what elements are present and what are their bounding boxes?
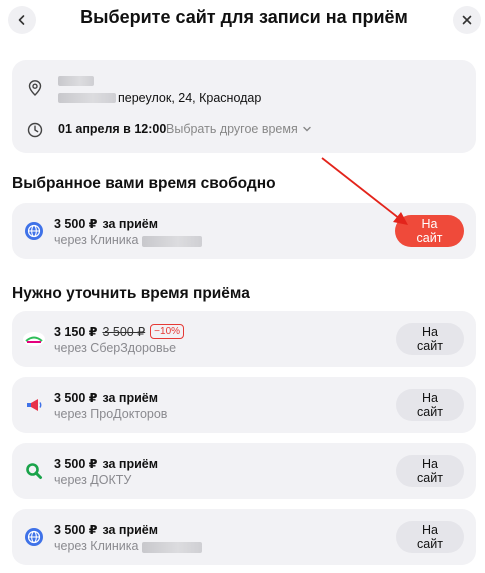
sberzdorovye-logo-icon — [22, 329, 46, 349]
header: Выберите сайт для записи на приём — [0, 0, 485, 40]
clinic-card-free: 3 500 ₽ за приём через Клиника На сайт — [12, 203, 476, 259]
go-to-site-button[interactable]: На сайт — [396, 389, 464, 421]
price: 3 500 ₽ — [54, 391, 98, 405]
section-title-free: Выбранное вами время свободно — [12, 175, 276, 192]
section-title-clarify: Нужно уточнить время приёма — [12, 285, 250, 302]
via-text: через Клиника — [54, 233, 139, 247]
via-text: через ПроДокторов — [54, 407, 168, 421]
globe-icon — [24, 527, 44, 547]
via-text: через СберЗдоровье — [54, 341, 177, 355]
price-unit: за приём — [102, 456, 158, 471]
price-line: 3 500 ₽ за приём — [54, 456, 158, 472]
redacted-text — [142, 236, 202, 247]
price-line: 3 150 ₽ 3 500 ₽ −10% — [54, 324, 185, 339]
back-button[interactable] — [8, 6, 36, 34]
clinic-address: переулок, 24, Краснодар — [118, 91, 262, 105]
old-price: 3 500 ₽ — [102, 325, 146, 339]
price: 3 500 ₽ — [54, 523, 98, 537]
chevron-left-icon — [18, 15, 25, 25]
location-pin-icon — [28, 80, 42, 96]
globe-icon — [24, 221, 44, 241]
price: 3 500 ₽ — [54, 217, 98, 231]
close-icon — [462, 15, 472, 25]
appointment-time: 01 апреля в 12:00 — [58, 122, 167, 136]
go-to-site-button[interactable]: На сайт — [396, 521, 464, 553]
via-text: через ДОКТУ — [54, 473, 132, 487]
magnifier-icon — [24, 461, 44, 481]
price: 3 150 ₽ — [54, 325, 98, 339]
redacted-text — [142, 542, 202, 553]
price-line: 3 500 ₽ за приём — [54, 390, 158, 406]
go-to-site-button[interactable]: На сайт — [396, 455, 464, 487]
redacted-text — [58, 76, 94, 86]
appointment-info-card: переулок, 24, Краснодар 01 апреля в 12:0… — [12, 60, 476, 153]
go-to-site-button[interactable]: На сайт — [395, 215, 464, 247]
megaphone-icon — [24, 395, 44, 415]
change-time-link[interactable]: Выбрать другое время — [166, 122, 312, 136]
page-title: Выберите сайт для записи на приём — [80, 7, 408, 27]
clinic-card-doktu: 3 500 ₽ за приём через ДОКТУ На сайт — [12, 443, 476, 499]
clinic-card-prodoktorov: 3 500 ₽ за приём через ПроДокторов На са… — [12, 377, 476, 433]
price-unit: за приём — [102, 522, 158, 537]
clinic-card-klinika: 3 500 ₽ за приём через Клиника На сайт — [12, 509, 476, 565]
change-time-label: Выбрать другое время — [166, 122, 298, 136]
redacted-text — [58, 93, 116, 103]
chevron-down-icon — [303, 126, 311, 132]
discount-badge: −10% — [150, 324, 185, 339]
go-to-site-button[interactable]: На сайт — [396, 323, 464, 355]
clock-icon — [27, 122, 43, 138]
price-line: 3 500 ₽ за приём — [54, 522, 158, 538]
via-text: через Клиника — [54, 539, 139, 553]
price-line: 3 500 ₽ за приём — [54, 216, 158, 232]
price: 3 500 ₽ — [54, 457, 98, 471]
clinic-card-sberzdorovye: 3 150 ₽ 3 500 ₽ −10% через СберЗдоровье … — [12, 311, 476, 367]
price-unit: за приём — [102, 216, 158, 231]
price-unit: за приём — [102, 390, 158, 405]
close-button[interactable] — [453, 6, 481, 34]
